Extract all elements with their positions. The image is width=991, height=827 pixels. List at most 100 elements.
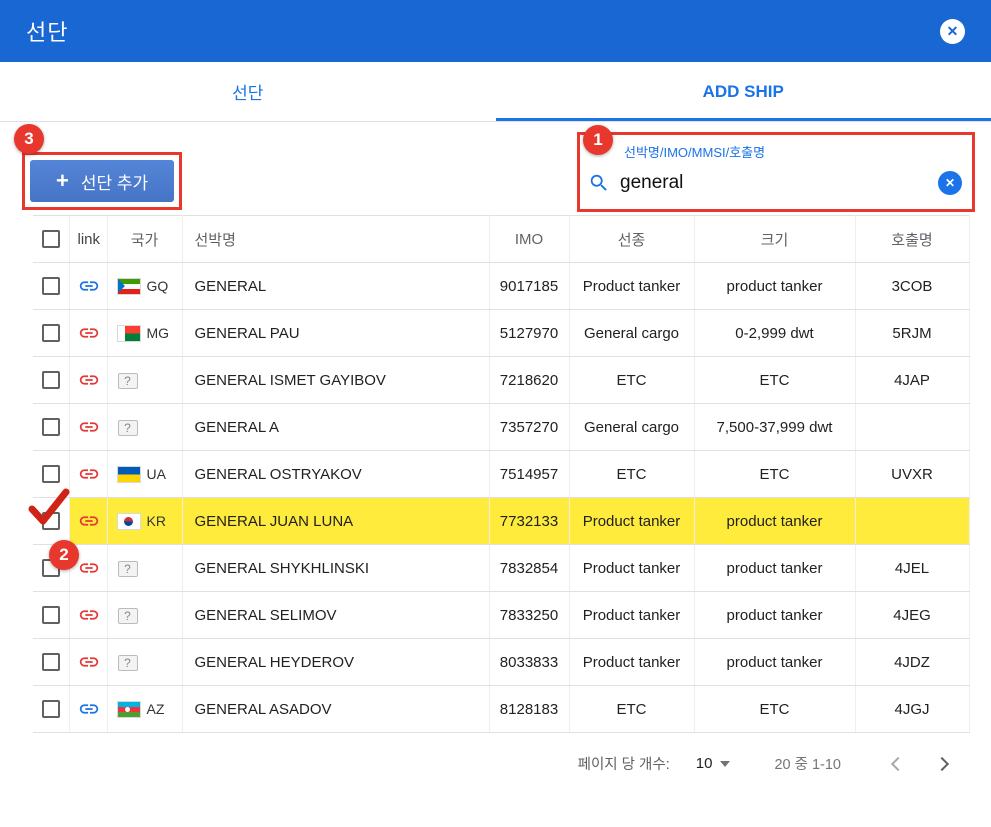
ship-type-cell: Product tanker bbox=[569, 591, 695, 639]
header-imo: IMO bbox=[489, 215, 570, 263]
size-cell: product tanker bbox=[694, 262, 856, 310]
header-ship-name: 선박명 bbox=[182, 215, 490, 263]
callsign-cell bbox=[855, 403, 970, 451]
link-icon[interactable] bbox=[78, 416, 100, 438]
table-row[interactable]: UA GENERAL OSTRYAKOV 7514957 ETC ETC UVX… bbox=[33, 450, 970, 498]
row-checkbox[interactable] bbox=[41, 371, 60, 390]
unknown-flag-icon: ? bbox=[117, 372, 138, 389]
link-icon[interactable] bbox=[78, 463, 100, 485]
pagination: 페이지 당 개수: 10 20 중 1-10 bbox=[0, 733, 991, 774]
country-cell: ? bbox=[107, 544, 183, 592]
ship-name-cell: GENERAL JUAN LUNA bbox=[182, 497, 490, 545]
ship-type-cell: General cargo bbox=[569, 403, 695, 451]
size-cell: product tanker bbox=[694, 544, 856, 592]
ship-type-cell: ETC bbox=[569, 356, 695, 404]
dropdown-caret-icon bbox=[720, 760, 731, 767]
ship-type-cell: Product tanker bbox=[569, 638, 695, 686]
link-icon[interactable] bbox=[78, 510, 100, 532]
prev-page-icon[interactable] bbox=[890, 756, 906, 771]
header-country: 국가 bbox=[107, 215, 183, 263]
select-all-checkbox[interactable] bbox=[41, 230, 60, 249]
size-cell: product tanker bbox=[694, 591, 856, 639]
callsign-cell: UVXR bbox=[855, 450, 970, 498]
imo-cell: 5127970 bbox=[489, 309, 570, 357]
table-header-row: link 국가 선박명 IMO 선종 크기 호출명 bbox=[33, 215, 970, 263]
tab-fleet-label: 선단 bbox=[232, 84, 264, 103]
unknown-flag-icon: ? bbox=[117, 654, 138, 671]
table-row[interactable]: KR GENERAL JUAN LUNA 7732133 Product tan… bbox=[33, 497, 970, 545]
row-checkbox[interactable] bbox=[41, 418, 60, 437]
country-cell: MG bbox=[107, 309, 183, 357]
add-fleet-button[interactable]: + 선단 추가 bbox=[30, 160, 175, 202]
header-type: 선종 bbox=[569, 215, 695, 263]
size-cell: 7,500-37,999 dwt bbox=[694, 403, 856, 451]
ship-type-cell: Product tanker bbox=[569, 544, 695, 592]
row-checkbox[interactable] bbox=[41, 700, 60, 719]
row-checkbox[interactable] bbox=[41, 653, 60, 672]
callsign-cell: 4JAP bbox=[855, 356, 970, 404]
callsign-cell: 4JGJ bbox=[855, 685, 970, 733]
country-code: MG bbox=[146, 325, 170, 342]
callsign-cell: 4JEL bbox=[855, 544, 970, 592]
link-icon[interactable] bbox=[78, 557, 100, 579]
table-row[interactable]: ? GENERAL A 7357270 General cargo 7,500-… bbox=[33, 403, 970, 451]
annotation-box-search: 선박명/IMO/MMSI/호출명 ✕ bbox=[577, 132, 975, 212]
imo-cell: 7732133 bbox=[489, 497, 570, 545]
imo-cell: 7514957 bbox=[489, 450, 570, 498]
link-icon[interactable] bbox=[78, 604, 100, 626]
row-checkbox[interactable] bbox=[41, 324, 60, 343]
close-icon[interactable]: ✕ bbox=[940, 18, 965, 44]
country-flag-icon bbox=[117, 279, 140, 295]
tab-add-ship[interactable]: ADD SHIP bbox=[496, 62, 991, 121]
imo-cell: 7833250 bbox=[489, 591, 570, 639]
size-cell: product tanker bbox=[694, 638, 856, 686]
imo-cell: 7357270 bbox=[489, 403, 570, 451]
country-flag-icon bbox=[117, 467, 140, 483]
per-page-select[interactable]: 10 bbox=[696, 755, 731, 772]
size-cell: ETC bbox=[694, 356, 856, 404]
country-code: AZ bbox=[146, 701, 165, 718]
link-icon[interactable] bbox=[78, 275, 100, 297]
ship-type-cell: Product tanker bbox=[569, 262, 695, 310]
add-fleet-button-label: 선단 추가 bbox=[80, 173, 149, 193]
tab-fleet[interactable]: 선단 bbox=[0, 62, 496, 121]
link-icon[interactable] bbox=[78, 698, 100, 720]
link-icon[interactable] bbox=[78, 369, 100, 391]
per-page-label: 페이지 당 개수: bbox=[577, 757, 670, 773]
callsign-cell: 4JEG bbox=[855, 591, 970, 639]
country-code: UA bbox=[146, 466, 166, 483]
search-label: 선박명/IMO/MMSI/호출명 bbox=[624, 145, 766, 160]
imo-cell: 8033833 bbox=[489, 638, 570, 686]
search-input[interactable] bbox=[620, 172, 928, 194]
imo-cell: 7218620 bbox=[489, 356, 570, 404]
unknown-flag-icon: ? bbox=[117, 607, 138, 624]
per-page-value: 10 bbox=[695, 755, 713, 772]
row-checkbox[interactable] bbox=[41, 465, 60, 484]
table-body: GQ GENERAL 9017185 Product tanker produc… bbox=[33, 262, 970, 733]
plus-icon: + bbox=[56, 168, 69, 193]
size-cell: 0-2,999 dwt bbox=[694, 309, 856, 357]
row-checkbox[interactable] bbox=[41, 606, 60, 625]
table-row[interactable]: ? GENERAL SELIMOV 7833250 Product tanker… bbox=[33, 591, 970, 639]
table-row[interactable]: ? GENERAL HEYDEROV 8033833 Product tanke… bbox=[33, 638, 970, 686]
next-page-icon[interactable] bbox=[934, 756, 950, 771]
country-cell: ? bbox=[107, 403, 183, 451]
callsign-cell: 5RJM bbox=[855, 309, 970, 357]
country-cell: ? bbox=[107, 591, 183, 639]
link-icon[interactable] bbox=[78, 322, 100, 344]
table-row[interactable]: ? GENERAL ISMET GAYIBOV 7218620 ETC ETC … bbox=[33, 356, 970, 404]
ship-type-cell: General cargo bbox=[569, 309, 695, 357]
ship-name-cell: GENERAL HEYDEROV bbox=[182, 638, 490, 686]
table-row[interactable]: GQ GENERAL 9017185 Product tanker produc… bbox=[33, 262, 970, 310]
table-row[interactable]: AZ GENERAL ASADOV 8128183 ETC ETC 4JGJ bbox=[33, 685, 970, 733]
size-cell: ETC bbox=[694, 450, 856, 498]
link-icon[interactable] bbox=[78, 651, 100, 673]
callsign-cell bbox=[855, 497, 970, 545]
row-checkbox[interactable] bbox=[41, 277, 60, 296]
ship-type-cell: ETC bbox=[569, 450, 695, 498]
table-row[interactable]: ? GENERAL SHYKHLINSKI 7832854 Product ta… bbox=[33, 544, 970, 592]
country-cell: UA bbox=[107, 450, 183, 498]
country-flag-icon bbox=[117, 514, 140, 530]
clear-search-icon[interactable]: ✕ bbox=[938, 171, 962, 195]
table-row[interactable]: MG GENERAL PAU 5127970 General cargo 0-2… bbox=[33, 309, 970, 357]
